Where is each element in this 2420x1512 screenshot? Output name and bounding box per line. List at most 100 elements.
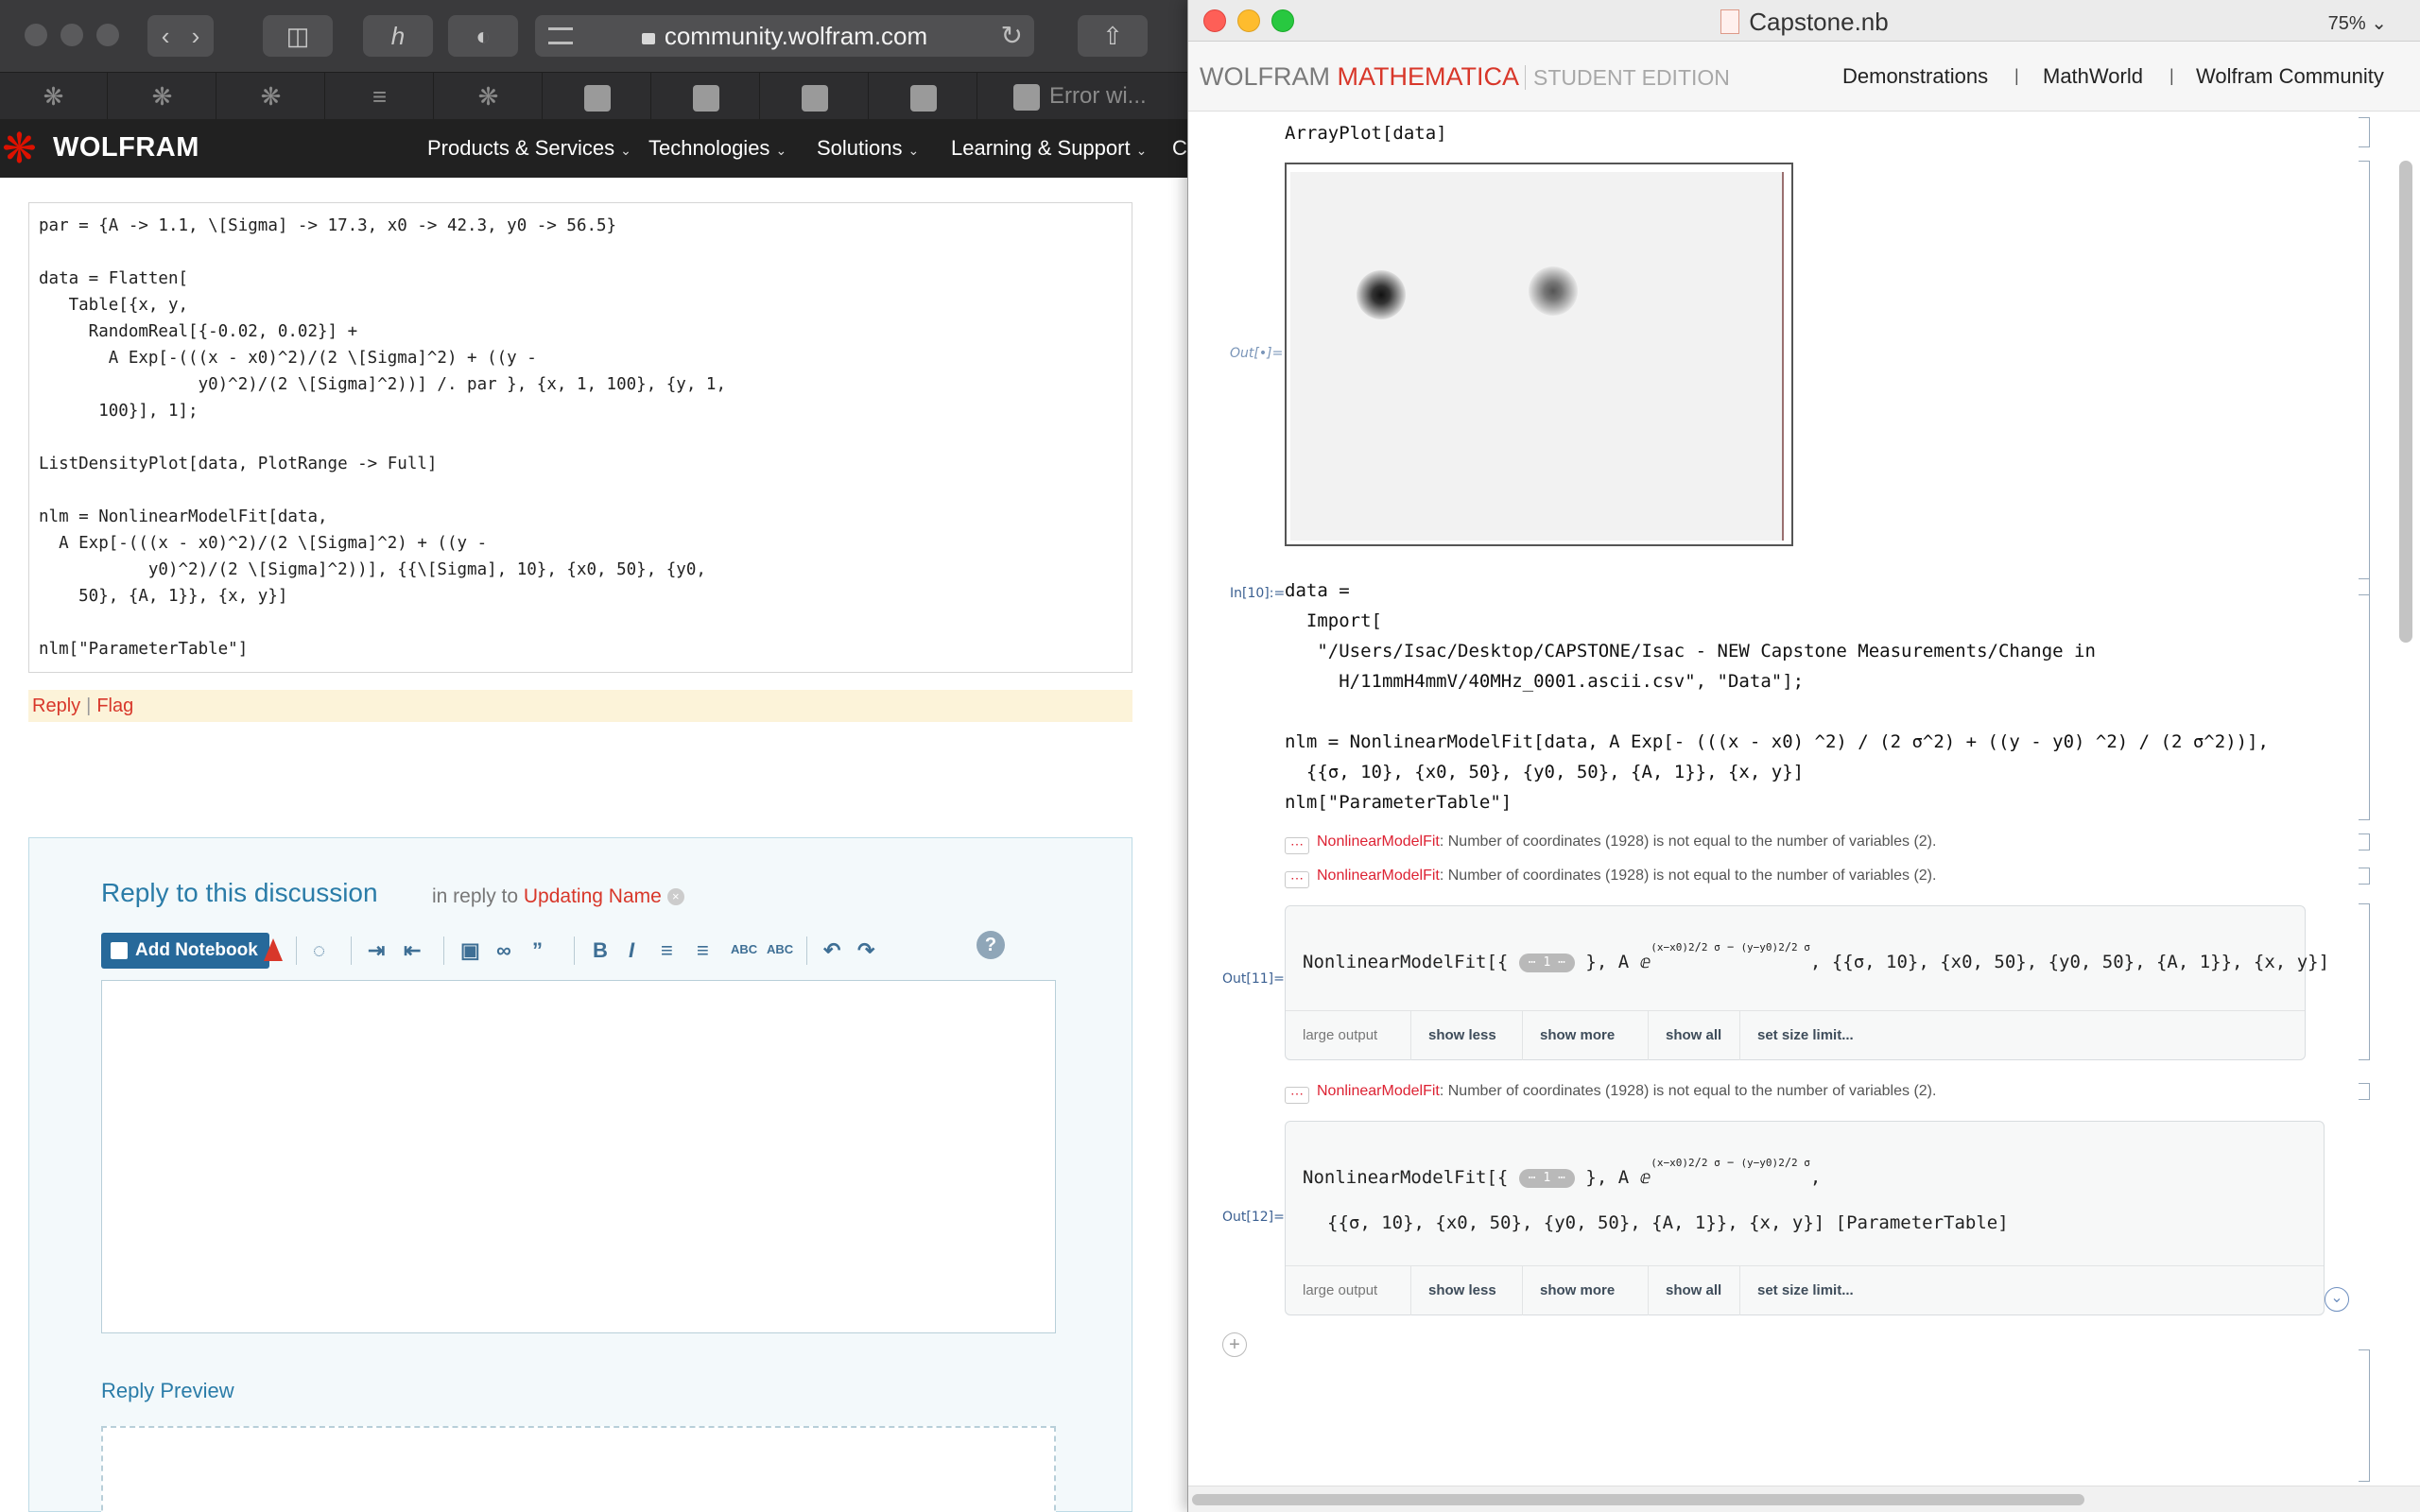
input-line[interactable]: H/11mmH4mmV/40MHz_0001.ascii.csv", "Data…	[1285, 671, 1804, 692]
tab-page-4[interactable]	[870, 73, 977, 120]
tab-wolfram-4[interactable]: ❋	[435, 73, 543, 120]
numbered-list-icon[interactable]: ≡	[697, 938, 709, 963]
show-all-button[interactable]: show all	[1648, 1011, 1738, 1060]
cell-bracket[interactable]	[2359, 903, 2370, 1060]
bold-icon[interactable]: B	[593, 938, 608, 963]
chevron-down-icon: ⌄	[1135, 143, 1148, 158]
remove-reply-target-icon[interactable]: ×	[666, 888, 684, 906]
cell-bracket[interactable]	[2359, 1349, 2370, 1482]
page-icon	[692, 85, 719, 112]
wolfram-logo-text[interactable]: WOLFRAM	[53, 132, 199, 163]
sidebar-toggle-button[interactable]: ◫	[263, 15, 333, 57]
show-less-button[interactable]: show less	[1410, 1011, 1513, 1060]
link-icon[interactable]: ∞	[496, 938, 511, 963]
nav-solutions[interactable]: Solutions ⌄	[817, 136, 919, 161]
tab-wolfram-3[interactable]: ❋	[217, 73, 325, 120]
large-output-controls: large output show less show more show al…	[1286, 1265, 2324, 1315]
nav-products[interactable]: Products & Services ⌄	[427, 136, 631, 161]
spellcheck-icon[interactable]: ABC	[731, 942, 757, 956]
reload-icon[interactable]: ↻	[1001, 15, 1023, 57]
tab-page-3[interactable]	[761, 73, 869, 120]
nav-technologies[interactable]: Technologies ⌄	[648, 136, 786, 161]
separator: |	[86, 696, 92, 716]
image-icon[interactable]: ▣	[460, 938, 480, 963]
message-menu-icon[interactable]: ⋯	[1285, 837, 1309, 854]
add-notebook-button[interactable]: Add Notebook	[101, 933, 283, 969]
italic-icon[interactable]: I	[629, 938, 634, 963]
quote-icon[interactable]: ”	[532, 938, 543, 963]
cell-bracket[interactable]	[2359, 868, 2370, 885]
back-nav-button[interactable]: ‹ ›	[147, 15, 214, 57]
vertical-scrollbar[interactable]	[2399, 161, 2412, 643]
nav-learning[interactable]: Learning & Support ⌄	[951, 136, 1147, 161]
cell-bracket[interactable]	[2359, 578, 2370, 820]
url-bar[interactable]: community.wolfram.com ↻	[535, 15, 1034, 57]
show-more-button[interactable]: show more	[1522, 1266, 1632, 1315]
zoom-menu[interactable]: 75% ⌄	[2328, 11, 2387, 35]
source-icon[interactable]: ◌	[313, 938, 325, 963]
tab-page-1[interactable]	[544, 73, 651, 120]
notebook-icon	[111, 942, 128, 959]
cell-bracket[interactable]	[2359, 161, 2370, 595]
privacy-button[interactable]: ◐	[448, 15, 518, 57]
input-line[interactable]: nlm["ParameterTable"]	[1285, 792, 1512, 813]
reply-link[interactable]: Reply	[32, 696, 80, 716]
link-mathworld[interactable]: MathWorld	[2043, 64, 2143, 89]
input-line[interactable]: nlm = NonlinearModelFit[data, A Exp[- ((…	[1285, 731, 2269, 752]
reply-textarea[interactable]	[101, 980, 1056, 1333]
tab-stack[interactable]: ≡	[326, 73, 434, 120]
divider	[296, 936, 297, 965]
indent-icon[interactable]: ⇥	[368, 938, 385, 963]
horizontal-scrollbar[interactable]	[1188, 1486, 2420, 1512]
input-cell-arrayplot[interactable]: ArrayPlot[data]	[1285, 123, 1447, 144]
stack-icon: ≡	[372, 82, 388, 111]
chevron-left-icon: ‹	[161, 22, 170, 50]
tab-page-2[interactable]	[652, 73, 760, 120]
input-line[interactable]: "/Users/Isac/Desktop/CAPSTONE/Isac - NEW…	[1285, 641, 2096, 662]
add-cell-button[interactable]: +	[1222, 1332, 1247, 1357]
message-menu-icon[interactable]: ⋯	[1285, 871, 1309, 888]
close-window-button[interactable]	[25, 24, 47, 46]
peak-1	[1357, 270, 1406, 319]
undo-icon[interactable]: ↶	[823, 938, 840, 963]
show-more-button[interactable]: show more	[1522, 1011, 1632, 1060]
input-line[interactable]: Import[	[1285, 610, 1382, 631]
tab-wolfram-2[interactable]: ❋	[109, 73, 216, 120]
set-size-limit-button[interactable]: set size limit...	[1739, 1011, 1871, 1060]
share-button[interactable]: ⇧	[1078, 15, 1148, 57]
elided-pill[interactable]: ⋯ 1 ⋯	[1518, 1169, 1575, 1188]
history-button[interactable]: h	[363, 15, 433, 57]
outdent-icon[interactable]: ⇤	[404, 938, 421, 963]
elided-pill[interactable]: ⋯ 1 ⋯	[1518, 954, 1575, 972]
separator: |	[2014, 66, 2019, 85]
wolfram-spikey-icon[interactable]: ❋	[2, 127, 47, 172]
tab-wolfram-1[interactable]: ❋	[0, 73, 108, 120]
input-line[interactable]: {{σ, 10}, {x0, 50}, {y0, 50}, {A, 1}}, {…	[1285, 762, 1804, 782]
cell-bracket[interactable]	[2359, 833, 2370, 850]
cell-bracket[interactable]	[2359, 1083, 2370, 1100]
output-expression: {{σ, 10}, {x0, 50}, {y0, 50}, {A, 1}}, {…	[1327, 1212, 2009, 1233]
reply-panel: Reply to this discussion in reply to Upd…	[28, 837, 1132, 1512]
in-reply-name[interactable]: Updating Name	[524, 885, 662, 907]
code-line: A Exp[-(((x - x0)^2)/(2 \[Sigma]^2) + ((…	[39, 349, 537, 368]
collapse-icon[interactable]: ⌄	[2325, 1287, 2349, 1312]
flag-link[interactable]: Flag	[96, 696, 133, 716]
tab-error[interactable]: Error wi...	[1013, 73, 1147, 120]
cell-bracket[interactable]	[2359, 117, 2370, 147]
message-menu-icon[interactable]: ⋯	[1285, 1087, 1309, 1104]
chevron-down-icon: ⌄	[620, 143, 631, 158]
bullet-list-icon[interactable]: ≡	[661, 938, 673, 963]
zoom-window-button[interactable]	[96, 24, 119, 46]
link-demonstrations[interactable]: Demonstrations	[1842, 64, 1988, 89]
chevron-down-icon: ⌄	[2371, 13, 2387, 34]
redo-icon[interactable]: ↷	[857, 938, 874, 963]
set-size-limit-button[interactable]: set size limit...	[1739, 1266, 1871, 1315]
show-all-button[interactable]: show all	[1648, 1266, 1738, 1315]
link-wolfram-community[interactable]: Wolfram Community	[2196, 64, 2384, 89]
scroll-thumb[interactable]	[1192, 1494, 2084, 1505]
input-line[interactable]: data =	[1285, 580, 1350, 601]
minimize-window-button[interactable]	[60, 24, 83, 46]
help-icon[interactable]: ?	[977, 931, 1005, 959]
show-less-button[interactable]: show less	[1410, 1266, 1513, 1315]
strike-icon[interactable]: ABC	[767, 942, 793, 956]
